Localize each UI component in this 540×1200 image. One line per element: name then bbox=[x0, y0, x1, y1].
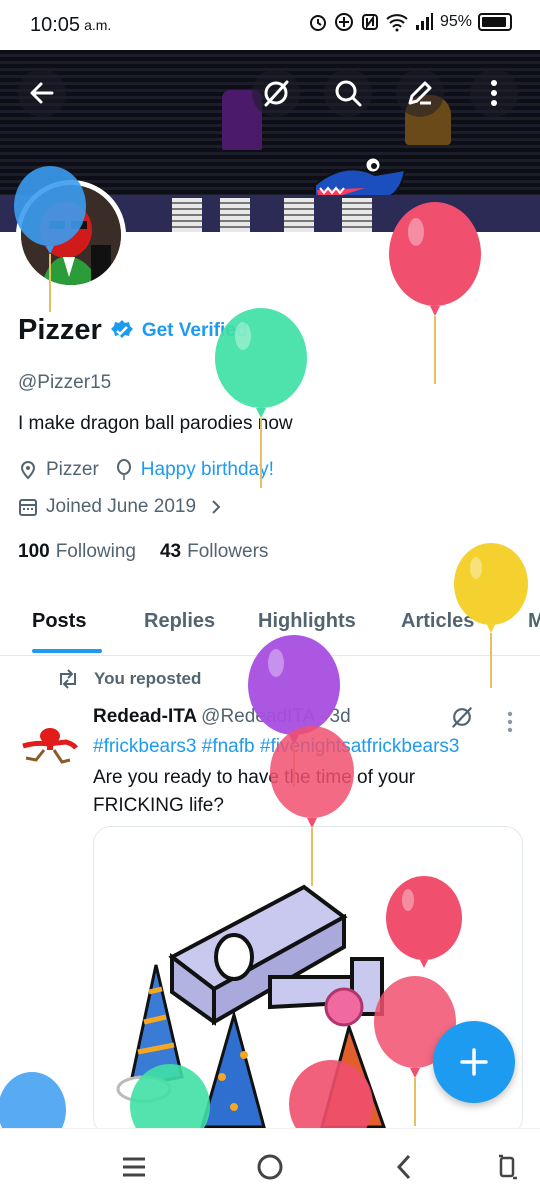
status-ampm: a.m. bbox=[84, 17, 112, 33]
calendar-icon bbox=[19, 499, 37, 516]
battery-icon bbox=[478, 13, 512, 31]
balloon-blue bbox=[14, 166, 86, 312]
followers-label: Followers bbox=[187, 541, 269, 562]
balloon-pink bbox=[289, 1060, 373, 1128]
tab-replies[interactable]: Replies bbox=[144, 610, 215, 633]
edit-pencil-icon bbox=[408, 81, 432, 105]
following-count: 100 bbox=[18, 541, 50, 562]
profile-handle: @Pizzer15 bbox=[18, 372, 112, 393]
post-author-name[interactable]: Redead-ITA bbox=[93, 706, 197, 728]
edit-button[interactable] bbox=[396, 69, 444, 117]
followers-stat[interactable]: 43 Followers bbox=[160, 541, 268, 563]
more-vertical-icon[interactable] bbox=[506, 711, 514, 733]
home-circle-icon bbox=[257, 1154, 283, 1180]
profile-name: Pizzer bbox=[18, 314, 102, 346]
compose-button[interactable] bbox=[433, 1021, 515, 1103]
chevron-right-icon bbox=[212, 500, 221, 514]
author-avatar-image bbox=[18, 714, 80, 776]
tab-highlights[interactable]: Highlights bbox=[258, 610, 356, 633]
banner-pillar bbox=[172, 198, 202, 232]
balloon-pink bbox=[386, 876, 462, 968]
profile-joined-row[interactable]: Joined June 2019 bbox=[18, 496, 222, 518]
banner-pillar bbox=[220, 198, 250, 232]
following-stat[interactable]: 100 Following bbox=[18, 541, 136, 563]
search-icon bbox=[335, 80, 362, 107]
more-vertical-icon bbox=[491, 80, 497, 106]
balloon-blue bbox=[0, 1072, 66, 1128]
active-tab-indicator bbox=[32, 649, 102, 653]
follow-stats: 100 Following 43 Followers bbox=[18, 541, 268, 563]
alarm-icon bbox=[309, 15, 326, 31]
balloon-pink bbox=[389, 202, 481, 384]
back-button[interactable] bbox=[18, 69, 66, 117]
more-button[interactable] bbox=[470, 69, 518, 117]
repost-label: You reposted bbox=[94, 669, 202, 688]
android-nav-bar bbox=[0, 1128, 540, 1200]
balloon-icon bbox=[116, 459, 131, 480]
location-pin-icon bbox=[20, 461, 36, 480]
banner-pillar bbox=[284, 198, 314, 232]
followers-count: 43 bbox=[159, 541, 182, 562]
profile-location: Pizzer bbox=[46, 459, 99, 480]
rotate-button[interactable] bbox=[490, 1149, 526, 1185]
recent-apps-icon bbox=[123, 1157, 145, 1177]
repost-indicator: You reposted bbox=[56, 669, 201, 689]
profile-joined: Joined June 2019 bbox=[46, 496, 197, 517]
balloon-green bbox=[130, 1064, 210, 1128]
status-icons: 95% bbox=[308, 12, 512, 32]
tab-posts[interactable]: Posts bbox=[32, 610, 86, 633]
nfc-icon bbox=[361, 14, 378, 30]
back-nav-button[interactable] bbox=[386, 1149, 422, 1185]
status-bar: 10:05 a.m. 95% bbox=[0, 0, 540, 50]
status-time: 10:05 bbox=[30, 13, 81, 36]
balloon-green bbox=[215, 308, 307, 488]
data-saver-icon bbox=[334, 13, 353, 31]
signal-icon bbox=[415, 13, 433, 30]
grok-icon bbox=[264, 80, 289, 107]
wifi-icon bbox=[386, 14, 408, 32]
grok-icon[interactable] bbox=[449, 704, 475, 730]
back-arrow-icon bbox=[30, 82, 54, 104]
back-chevron-icon bbox=[396, 1154, 411, 1180]
repost-icon bbox=[60, 669, 76, 689]
recent-apps-button[interactable] bbox=[116, 1149, 152, 1185]
home-button[interactable] bbox=[252, 1149, 288, 1185]
banner-pillar bbox=[342, 198, 372, 232]
grok-button[interactable] bbox=[252, 69, 300, 117]
balloon-yellow bbox=[454, 543, 528, 688]
search-button[interactable] bbox=[324, 69, 372, 117]
balloon-pink bbox=[270, 726, 354, 886]
post-author-avatar[interactable] bbox=[18, 714, 80, 776]
plus-icon bbox=[460, 1048, 488, 1076]
rotate-screen-icon bbox=[499, 1154, 517, 1180]
verified-badge-icon bbox=[110, 319, 133, 338]
following-label: Following bbox=[55, 541, 136, 562]
battery-percent: 95% bbox=[439, 13, 472, 30]
